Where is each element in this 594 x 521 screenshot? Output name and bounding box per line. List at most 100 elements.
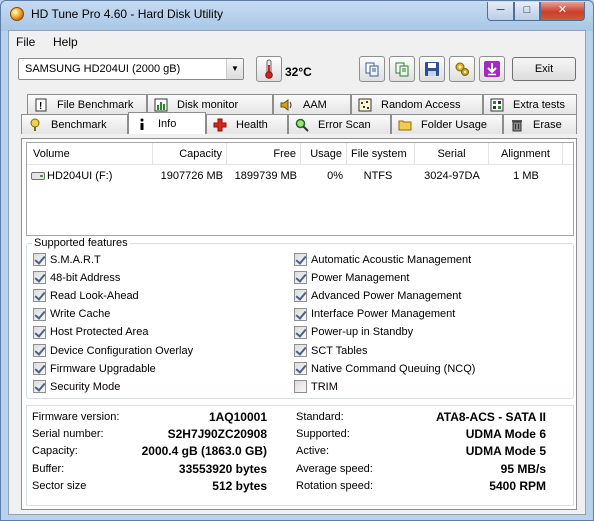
table-row[interactable]: HD204UI (F:) 1907726 MB 1899739 MB 0% NT…: [27, 167, 573, 185]
feature-checkbox[interactable]: [294, 380, 307, 394]
tab-file-benchmark[interactable]: ! File Benchmark: [27, 94, 147, 114]
feature-checkbox[interactable]: [33, 271, 46, 285]
tab-label: AAM: [303, 98, 327, 111]
toolbar: SAMSUNG HD204UI (2000 gB) ▼ 32°C Exit: [9, 53, 585, 91]
column-header-usage[interactable]: Usage: [301, 143, 347, 165]
tab-error-scan[interactable]: Error Scan: [288, 114, 391, 134]
feature-checkbox[interactable]: [33, 362, 46, 376]
feature-label: Power-up in Standby: [311, 326, 414, 339]
detail-value: UDMA Mode 6: [465, 427, 546, 442]
feature-row: Interface Power Management: [294, 307, 456, 321]
copy-all-icon: [395, 62, 409, 77]
floppy-disk-icon: [425, 62, 439, 76]
feature-checkbox[interactable]: [33, 289, 46, 303]
detail-value: UDMA Mode 5: [465, 444, 546, 459]
feature-checkbox[interactable]: [294, 271, 307, 285]
feature-row: Read Look-Ahead: [33, 289, 139, 303]
tab-label: Folder Usage: [421, 118, 488, 131]
cell-capacity: 1907726 MB: [160, 170, 223, 182]
feature-label: Interface Power Management: [311, 308, 456, 321]
column-header-volume[interactable]: Volume: [27, 143, 153, 165]
supported-features-group: Supported features S.M.A.R.T 48-bit Addre…: [26, 237, 574, 399]
detail-label: Buffer:: [32, 462, 65, 475]
copy-all-button[interactable]: [389, 56, 415, 82]
detail-value: 95 MB/s: [500, 461, 546, 476]
cell-serial: 3024-97DA: [424, 170, 480, 182]
tab-health[interactable]: Health: [206, 114, 288, 134]
column-header-alignment[interactable]: Alignment: [489, 143, 563, 165]
feature-checkbox[interactable]: [33, 253, 46, 266]
tab-folder-usage[interactable]: Folder Usage: [391, 114, 503, 134]
column-header-file-system[interactable]: File system: [347, 143, 415, 165]
feature-label: Automatic Acoustic Management: [311, 253, 472, 266]
feature-checkbox[interactable]: [294, 253, 307, 266]
volume-list[interactable]: Volume Capacity Free Usage File system S…: [26, 142, 574, 236]
feature-checkbox[interactable]: [294, 344, 307, 357]
health-cross-icon: [213, 118, 227, 131]
drive-select[interactable]: SAMSUNG HD204UI (2000 gB) ▼: [18, 58, 244, 80]
feature-checkbox[interactable]: [294, 307, 307, 321]
tab-aam[interactable]: AAM: [273, 94, 351, 114]
feature-label: Firmware Upgradable: [50, 362, 156, 375]
feature-row: Advanced Power Management: [294, 289, 461, 303]
feature-label: 48-bit Address: [50, 271, 121, 284]
detail-label: Active:: [296, 445, 330, 458]
tab-benchmark[interactable]: Benchmark: [21, 114, 128, 134]
detail-label: Rotation speed:: [296, 479, 374, 492]
detail-label: Standard:: [296, 411, 344, 423]
feature-checkbox[interactable]: [294, 325, 307, 339]
menu-file[interactable]: File: [16, 35, 35, 49]
detail-value: ATA8-ACS - SATA II: [436, 410, 546, 424]
tab-extra-tests[interactable]: Extra tests: [483, 94, 577, 114]
copy-info-button[interactable]: [359, 56, 385, 82]
cell-alignment: 1 MB: [513, 170, 539, 182]
temperature-value: 32°C: [285, 65, 312, 79]
exit-button[interactable]: Exit: [512, 57, 576, 81]
download-button[interactable]: [479, 56, 505, 82]
minimize-button[interactable]: ─: [487, 2, 514, 21]
app-window: HD Tune Pro 4.60 - Hard Disk Utility ─ □…: [0, 0, 594, 521]
tab-label: Random Access: [381, 98, 461, 111]
gear-icon: [455, 62, 469, 76]
detail-value: 2000.4 gB (1863.0 GB): [141, 444, 267, 459]
column-header-serial[interactable]: Serial: [415, 143, 489, 165]
temperature-button[interactable]: [256, 56, 282, 82]
feature-checkbox[interactable]: [294, 289, 307, 303]
feature-label: Host Protected Area: [50, 326, 149, 339]
tab-label: Health: [236, 118, 268, 131]
tab-info[interactable]: Info: [128, 112, 206, 134]
detail-label: Supported:: [296, 428, 350, 441]
feature-checkbox[interactable]: [33, 325, 46, 339]
chevron-down-icon[interactable]: ▼: [226, 59, 243, 79]
volume-list-header: Volume Capacity Free Usage File system S…: [27, 143, 573, 165]
detail-value: 512 bytes: [212, 478, 267, 493]
trash-can-icon: [512, 119, 522, 131]
tab-disk-monitor[interactable]: Disk monitor: [147, 94, 273, 114]
close-button[interactable]: ✕: [540, 2, 585, 21]
options-button[interactable]: [449, 56, 475, 82]
copy-icon: [365, 62, 379, 77]
column-header-capacity[interactable]: Capacity: [153, 143, 227, 165]
feature-label: Native Command Queuing (NCQ): [311, 362, 476, 375]
feature-row: Device Configuration Overlay: [33, 344, 193, 357]
tab-random-access[interactable]: Random Access: [351, 94, 483, 114]
drive-icon: [31, 172, 45, 180]
feature-row: S.M.A.R.T: [33, 253, 101, 266]
detail-value: S2H7J90ZC20908: [167, 427, 267, 442]
column-header-free[interactable]: Free: [227, 143, 301, 165]
title-bar[interactable]: HD Tune Pro 4.60 - Hard Disk Utility ─ □…: [1, 1, 593, 29]
feature-checkbox[interactable]: [33, 307, 46, 321]
feature-label: S.M.A.R.T: [50, 253, 101, 266]
cell-file-system: NTFS: [363, 170, 393, 182]
feature-row: Automatic Acoustic Management: [294, 253, 471, 266]
feature-row: Write Cache: [33, 307, 110, 321]
tab-erase[interactable]: Erase: [503, 114, 577, 134]
file-benchmark-icon: !: [35, 98, 47, 112]
menu-help[interactable]: Help: [53, 35, 78, 49]
save-button[interactable]: [419, 56, 445, 82]
feature-checkbox[interactable]: [33, 344, 46, 357]
feature-checkbox[interactable]: [294, 362, 307, 376]
cell-usage: 0%: [327, 170, 343, 182]
maximize-button[interactable]: □: [514, 2, 540, 21]
feature-checkbox[interactable]: [33, 380, 46, 394]
